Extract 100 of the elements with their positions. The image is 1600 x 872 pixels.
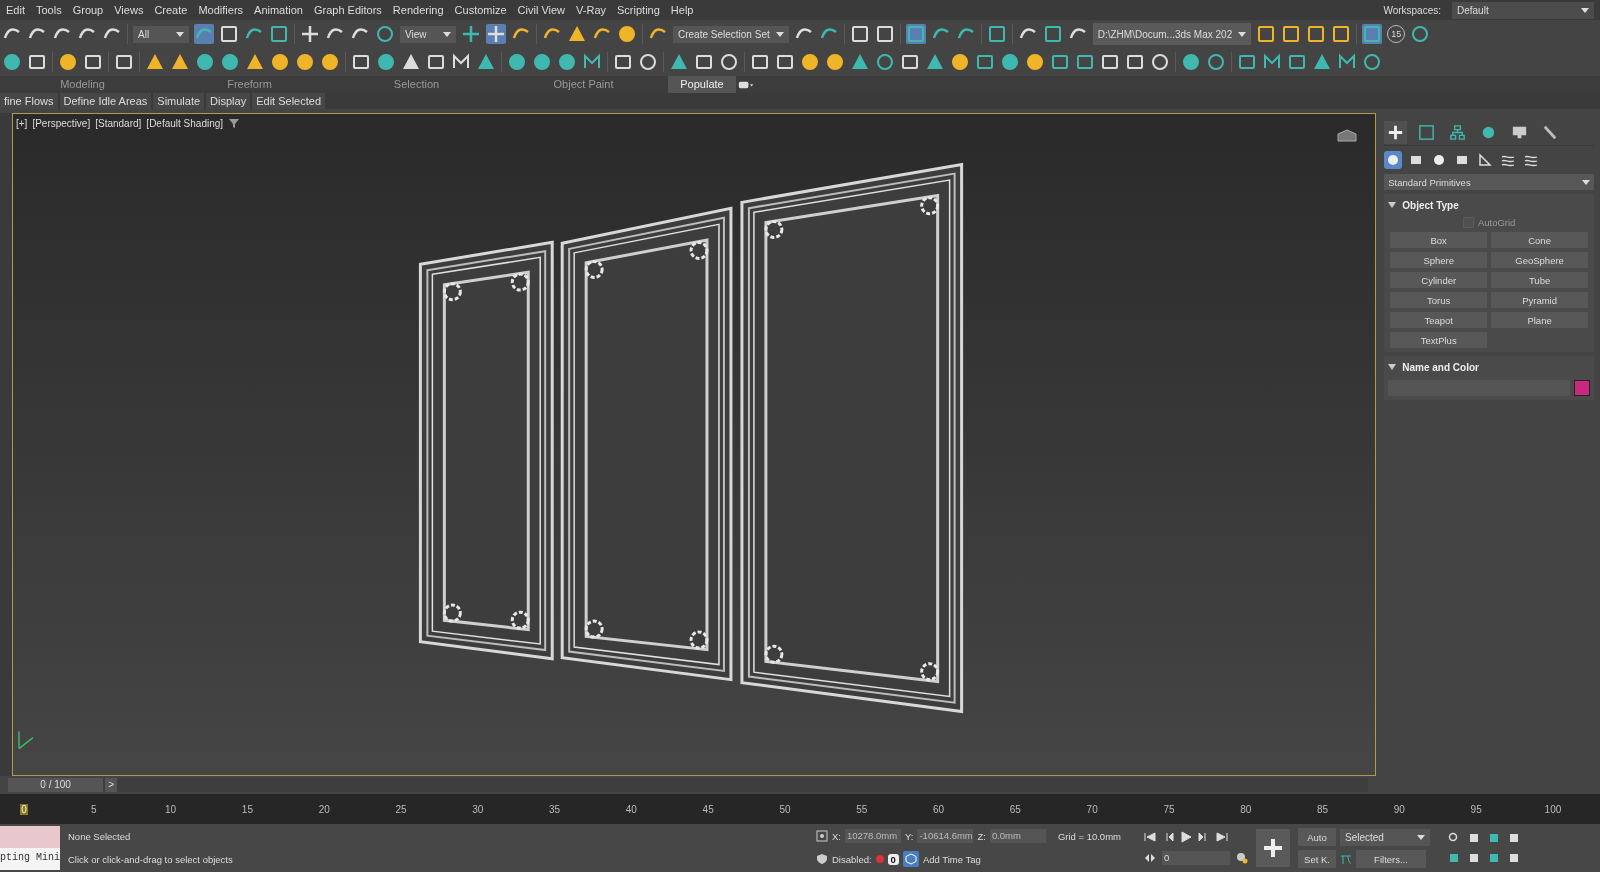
sphere-icon[interactable] (2, 52, 22, 72)
absolute-mode-icon[interactable] (816, 830, 828, 842)
ribbon-button[interactable]: fine Flows (0, 93, 58, 109)
menu-item[interactable]: Civil View (517, 4, 566, 16)
viewcube-icon[interactable] (1335, 128, 1360, 144)
collapse-arrow-icon[interactable] (1388, 201, 1397, 209)
workspaces-dropdown[interactable]: Default (1452, 1, 1594, 19)
box-icon[interactable] (351, 52, 371, 72)
primitive-button[interactable]: TextPlus (1390, 332, 1488, 348)
caret-icon[interactable] (775, 31, 784, 37)
ribbon-tab[interactable]: Selection (334, 76, 499, 93)
window-icon[interactable] (905, 24, 926, 44)
ribbon-tab[interactable]: Populate (668, 76, 736, 93)
menu-item[interactable]: V-Ray (576, 4, 607, 16)
set-key-mode-button[interactable]: Set K. (1298, 850, 1336, 868)
menu-item[interactable]: Tools (35, 4, 62, 16)
viewport-label[interactable]: [Standard] (95, 117, 142, 129)
y-field[interactable]: -10614.6mm (917, 829, 974, 843)
caret-icon[interactable] (1582, 179, 1590, 185)
current-frame-field[interactable]: 0 (1162, 851, 1230, 865)
auto-key-button[interactable]: Auto (1298, 828, 1336, 846)
menu-item[interactable]: Customize (454, 4, 507, 16)
caret-icon[interactable] (1581, 7, 1589, 13)
filters-button[interactable]: Filters... (1356, 850, 1426, 868)
set-key-button[interactable] (1256, 829, 1290, 867)
category-dropdown[interactable]: Standard Primitives (1384, 174, 1594, 190)
timeline-track[interactable]: 0 5 10 15 20 25 30 35 40 45 50 55 60 65 70 75 80 85 90 95 100 (0, 794, 1600, 824)
time-slider[interactable]: 0 / 100 (8, 778, 104, 792)
ribbon-button[interactable]: Display (206, 93, 251, 109)
ribbon-button[interactable]: Edit Selected (252, 93, 325, 109)
tangent-icon[interactable] (1340, 853, 1352, 865)
move-cross-icon[interactable] (486, 24, 506, 44)
go-to-start-icon[interactable] (1144, 831, 1156, 843)
color-swatch[interactable] (1574, 380, 1590, 396)
go-to-end-icon[interactable] (1216, 831, 1228, 843)
caret-icon[interactable] (176, 31, 184, 37)
move-icon[interactable] (300, 24, 320, 44)
key-filter-dropdown[interactable]: Selected (1340, 828, 1430, 846)
ruler-icon[interactable] (1476, 151, 1495, 169)
sphere-icon[interactable] (195, 52, 215, 72)
time-config-icon[interactable] (1236, 852, 1248, 864)
menu-item[interactable]: Scripting (617, 4, 660, 16)
ribbon-tab[interactable]: Modeling (0, 76, 165, 93)
rollout-title[interactable]: Object Type (1402, 199, 1459, 211)
reference-coordinate-dropdown[interactable]: View (400, 25, 456, 43)
menu-item[interactable]: Views (114, 4, 144, 16)
project-folder-dropdown[interactable]: D:\ZHM\Docum...3ds Max 202 (1092, 23, 1252, 45)
plus-icon[interactable] (1384, 120, 1408, 144)
caret-icon[interactable] (1417, 834, 1425, 840)
pyramid-icon[interactable] (401, 52, 421, 72)
cube-icon[interactable] (902, 851, 919, 867)
menu-item[interactable]: Create (154, 4, 188, 16)
primitive-button[interactable]: GeoSphere (1491, 252, 1588, 268)
collapse-arrow-icon[interactable] (1388, 363, 1397, 371)
selection-filter-dropdown[interactable]: All (133, 25, 189, 43)
primitive-button[interactable]: Torus (1390, 292, 1488, 308)
ribbon-button[interactable]: Define Idle Areas (59, 93, 152, 109)
shield-icon[interactable] (816, 853, 828, 865)
menu-item[interactable]: Graph Editors (313, 4, 382, 16)
filter-icon[interactable] (228, 117, 241, 129)
menu-item[interactable]: Group (72, 4, 104, 16)
add-time-tag-button[interactable]: Add Time Tag (922, 853, 981, 865)
geosphere-icon[interactable] (220, 52, 240, 72)
zoom-icon[interactable] (1448, 832, 1460, 844)
menu-item[interactable]: Help (670, 4, 694, 16)
selection-set-dropdown[interactable]: Create Selection Set (673, 25, 789, 43)
frame-number: 95 (1469, 803, 1483, 815)
ribbon-tab[interactable]: Object Paint (501, 76, 666, 93)
viewport-label[interactable]: [+] (16, 117, 28, 129)
primitive-button[interactable]: Teapot (1390, 312, 1488, 328)
caret-icon[interactable] (1238, 31, 1247, 37)
primitive-button[interactable]: Box (1390, 232, 1488, 248)
z-field[interactable]: 0.0mm (989, 829, 1046, 843)
next-frame-button[interactable]: > (105, 778, 118, 792)
x-field[interactable]: 10278.0mm (845, 829, 901, 843)
ribbon-button[interactable]: Simulate (153, 93, 205, 109)
menu-item[interactable]: Animation (254, 4, 303, 16)
viewport-label[interactable]: [Perspective] (32, 117, 91, 129)
window-icon[interactable] (975, 52, 995, 72)
viewport-label[interactable]: [Default Shading] (146, 117, 224, 129)
caret-icon[interactable] (443, 31, 451, 37)
primitive-button[interactable]: Plane (1491, 312, 1588, 328)
menu-item[interactable]: Edit (6, 4, 25, 16)
frame-number: 75 (1162, 803, 1176, 815)
primitive-button[interactable]: Sphere (1390, 252, 1488, 268)
menu-item[interactable]: Modifiers (198, 4, 244, 16)
perspective-viewport[interactable]: [+] [Perspective] [Standard] [Default Shading] (12, 113, 1377, 776)
primitive-button[interactable]: Pyramid (1491, 292, 1588, 308)
primitive-button[interactable]: Cone (1491, 232, 1588, 248)
double-arrow-icon[interactable] (1144, 852, 1156, 864)
ribbon-options-icon[interactable] (738, 79, 754, 90)
primitive-button[interactable]: Tube (1491, 272, 1588, 288)
globe-icon[interactable] (376, 52, 396, 72)
menu-item[interactable]: Rendering (392, 4, 444, 16)
ribbon-tab[interactable]: Freeform (167, 76, 332, 93)
sphere-icon[interactable] (507, 52, 527, 72)
box-icon[interactable] (27, 52, 47, 72)
window-icon[interactable] (1050, 52, 1070, 72)
primitive-button[interactable]: Cylinder (1390, 272, 1488, 288)
rollout-title[interactable]: Name and Color (1402, 361, 1479, 373)
